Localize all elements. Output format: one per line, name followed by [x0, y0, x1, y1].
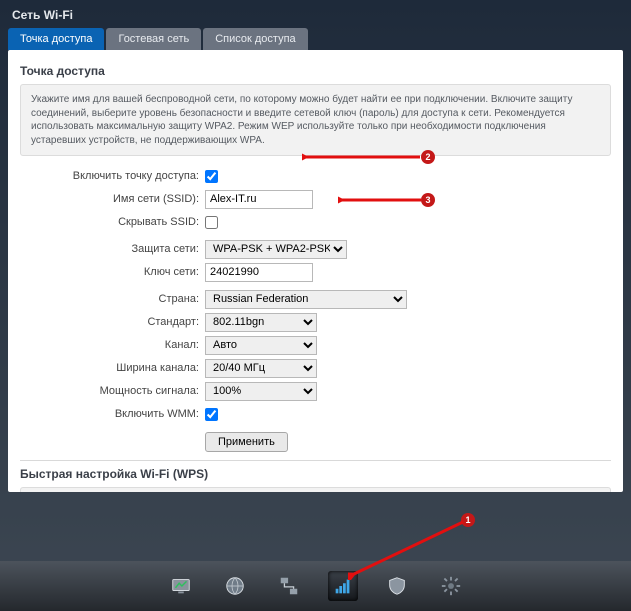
select-country[interactable]: Russian Federation: [205, 290, 407, 309]
label-key: Ключ сети:: [20, 266, 205, 278]
label-hide-ssid: Скрывать SSID:: [20, 216, 205, 228]
tab-access-list[interactable]: Список доступа: [203, 28, 307, 50]
apply-ap-button[interactable]: Применить: [205, 432, 288, 452]
checkbox-wmm[interactable]: [205, 408, 218, 421]
label-wmm: Включить WMM:: [20, 408, 205, 420]
network-icon[interactable]: [274, 571, 304, 601]
select-power[interactable]: 100%: [205, 382, 317, 401]
select-width[interactable]: 20/40 МГц: [205, 359, 317, 378]
globe-icon[interactable]: [220, 571, 250, 601]
monitor-icon[interactable]: [166, 571, 196, 601]
checkbox-enable-ap[interactable]: [205, 170, 218, 183]
tab-bar: Точка доступа Гостевая сеть Список досту…: [0, 28, 631, 50]
section-wps-title: Быстрая настройка Wi-Fi (WPS): [20, 467, 611, 481]
label-power: Мощность сигнала:: [20, 385, 205, 397]
tab-guest-network[interactable]: Гостевая сеть: [106, 28, 201, 50]
input-key[interactable]: [205, 263, 313, 282]
bottom-navbar: [0, 561, 631, 611]
label-channel: Канал:: [20, 339, 205, 351]
select-security[interactable]: WPA-PSK + WPA2-PSK: [205, 240, 347, 259]
gear-icon[interactable]: [436, 571, 466, 601]
shield-icon[interactable]: [382, 571, 412, 601]
wifi-signal-icon[interactable]: [328, 571, 358, 601]
annotation-badge-1: 1: [461, 513, 475, 527]
label-standard: Стандарт:: [20, 316, 205, 328]
select-standard[interactable]: 802.11bgn: [205, 313, 317, 332]
label-enable-ap: Включить точку доступа:: [20, 170, 205, 182]
section-ap-title: Точка доступа: [20, 64, 611, 78]
label-width: Ширина канала:: [20, 362, 205, 374]
page-title: Сеть Wi-Fi: [0, 0, 631, 28]
label-ssid: Имя сети (SSID):: [20, 193, 205, 205]
section-ap-info: Укажите имя для вашей беспроводной сети,…: [20, 84, 611, 156]
tab-access-point[interactable]: Точка доступа: [8, 28, 104, 50]
main-panel: Точка доступа Укажите имя для вашей бесп…: [8, 50, 623, 492]
label-security: Защита сети:: [20, 243, 205, 255]
label-country: Страна:: [20, 293, 205, 305]
input-ssid[interactable]: [205, 190, 313, 209]
select-channel[interactable]: Авто: [205, 336, 317, 355]
section-wps-info: Технология Wi-Fi Protected Setup (WPS) п…: [20, 487, 611, 492]
checkbox-hide-ssid[interactable]: [205, 216, 218, 229]
